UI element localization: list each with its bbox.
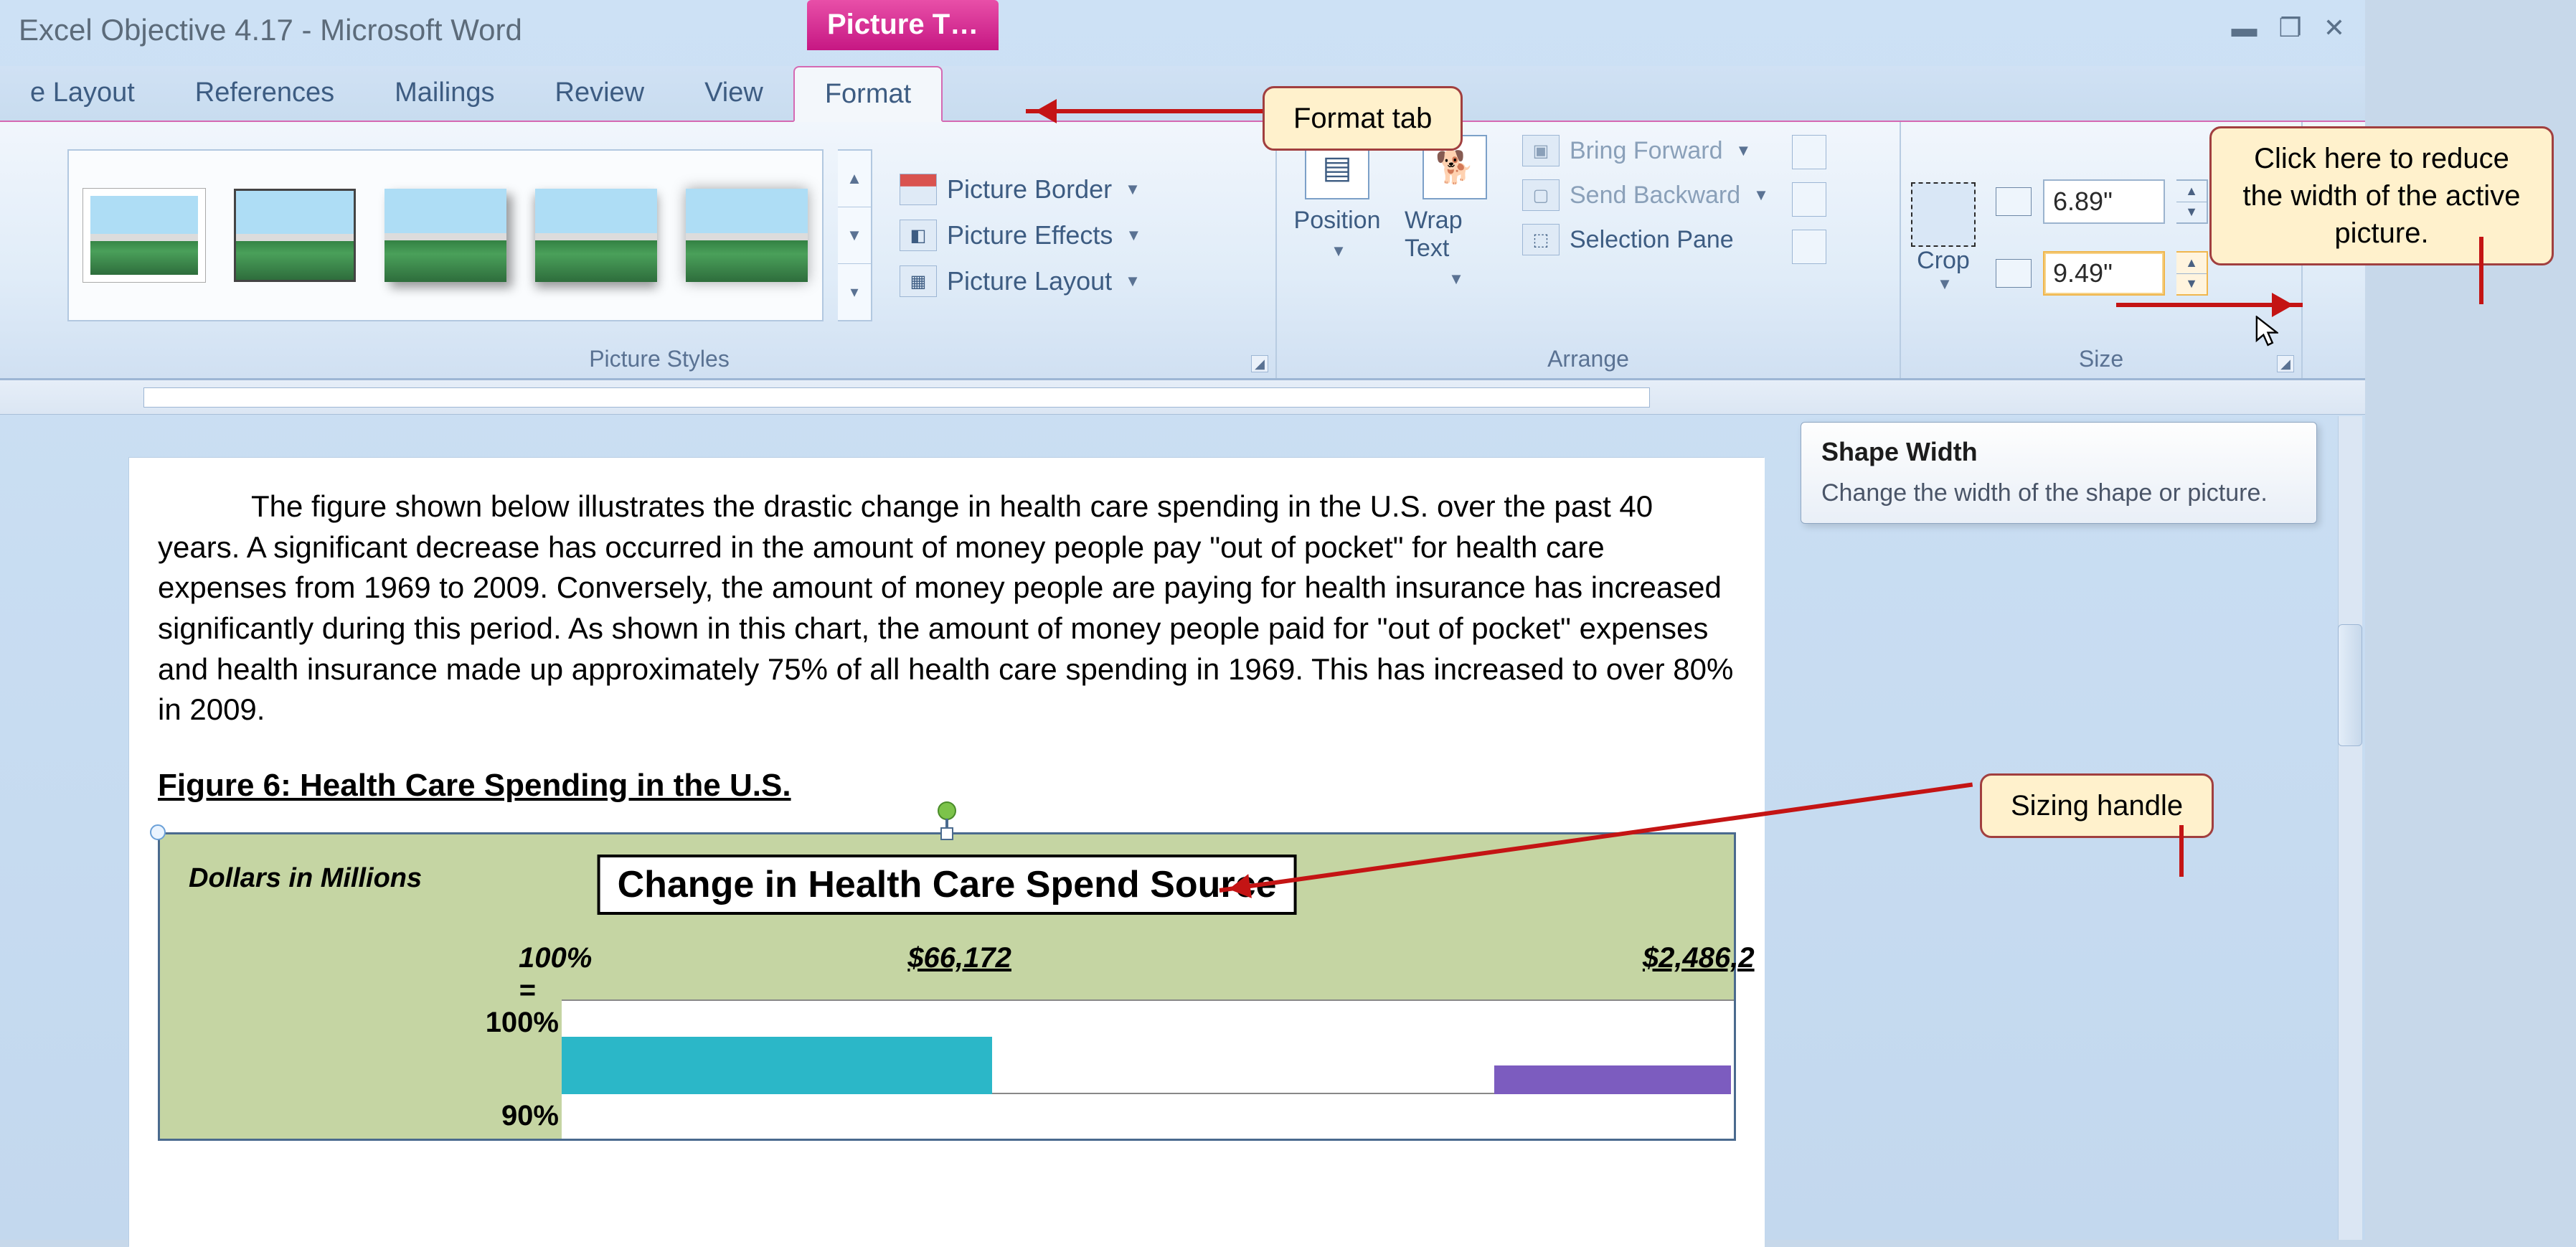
height-spinner[interactable]: ▲▼ (2176, 179, 2208, 224)
close-icon[interactable]: ✕ (2323, 13, 2345, 43)
crop-button[interactable]: Crop ▼ (1911, 182, 1976, 293)
height-icon (1996, 187, 2032, 216)
position-label: Position (1294, 207, 1381, 235)
gallery-up-icon[interactable]: ▲ (838, 151, 871, 207)
group-arrange: ▤ Position ▼ 🐕 Wrap Text ▼ ▣ Bring Forwa… (1277, 122, 1901, 378)
style-thumb-3[interactable] (384, 189, 506, 282)
tab-review[interactable]: Review (525, 65, 675, 121)
picture-effects-label: Picture Effects (947, 220, 1113, 250)
chart-title: Change in Health Care Spend Source (598, 855, 1297, 915)
style-thumb-5[interactable] (686, 189, 808, 282)
crop-icon (1911, 182, 1976, 247)
shape-width-control[interactable]: 9.49" ▲▼ (1996, 251, 2208, 296)
wrap-text-label: Wrap Text (1405, 207, 1505, 263)
callout-reduce-width: Click here to reduce the width of the ac… (2209, 126, 2554, 265)
arrow-elbow (2479, 237, 2483, 304)
selection-pane-icon: ⬚ (1522, 224, 1560, 255)
ribbon-tabs: e Layout References Mailings Review View… (0, 66, 2365, 122)
horizontal-ruler (0, 380, 2365, 415)
chart-bar-segment-white (992, 1037, 1494, 1094)
shape-height-input[interactable]: 6.89" (2043, 179, 2165, 224)
width-icon (1996, 259, 2032, 288)
restore-icon[interactable]: ❐ (2279, 13, 2302, 43)
chart-bar-segment-teal (562, 1037, 992, 1094)
crop-label: Crop (1917, 247, 1970, 275)
arrow-to-format-tab (1026, 109, 1263, 113)
vertical-scrollbar[interactable] (2338, 416, 2362, 1240)
chart-bar-segment-purple (1494, 1065, 1731, 1094)
tab-layout[interactable]: e Layout (0, 65, 165, 121)
group-label-picture-styles: Picture Styles (53, 342, 1265, 378)
tab-references[interactable]: References (165, 65, 364, 121)
gallery-down-icon[interactable]: ▼ (838, 207, 871, 264)
ytick-90: 90% (458, 1100, 559, 1132)
selection-pane-button[interactable]: ⬚ Selection Pane (1522, 224, 1769, 255)
ytick-100: 100% (458, 1007, 559, 1039)
gallery-scroll[interactable]: ▲ ▼ ▾ (838, 149, 872, 321)
send-backward-button[interactable]: ▢ Send Backward▼ (1522, 179, 1769, 211)
figure-caption: Figure 6: Health Care Spending in the U.… (158, 768, 1736, 804)
ribbon: ▲ ▼ ▾ Picture Border▼ ◧ Picture Effects▼… (0, 122, 2365, 380)
body-paragraph: The figure shown below illustrates the d… (158, 486, 1736, 730)
minimize-icon[interactable]: ▬ (2232, 13, 2257, 43)
width-spinner[interactable]: ▲▼ (2176, 251, 2208, 296)
group-button[interactable] (1792, 182, 1826, 217)
group-label-arrange: Arrange (1287, 342, 1889, 378)
total-2009: $2,486,2 (1643, 942, 1755, 1007)
hundred-percent-label: 100% = (519, 942, 592, 1007)
size-dialog-launcher[interactable]: ◢ (2277, 355, 2294, 372)
picture-border-button[interactable]: Picture Border▼ (900, 174, 1141, 205)
rotate-button[interactable] (1792, 230, 1826, 264)
position-button[interactable]: ▤ Position ▼ (1287, 135, 1387, 260)
shape-height-control[interactable]: 6.89" ▲▼ (1996, 179, 2208, 224)
picture-styles-dialog-launcher[interactable]: ◢ (1251, 355, 1268, 372)
send-backward-label: Send Backward (1570, 182, 1740, 210)
group-label-size: Size (1911, 342, 2291, 378)
title-bar: Excel Objective 4.17 - Microsoft Word Pi… (0, 0, 2365, 66)
bring-forward-label: Bring Forward (1570, 137, 1723, 165)
arrow-elbow-2 (2179, 825, 2184, 877)
tab-view[interactable]: View (674, 65, 793, 121)
wrap-text-button[interactable]: 🐕 Wrap Text ▼ (1405, 135, 1505, 288)
total-1969: $66,172 (907, 942, 1011, 1007)
shape-width-tooltip: Shape Width Change the width of the shap… (1801, 422, 2317, 524)
word-window: Excel Objective 4.17 - Microsoft Word Pi… (0, 0, 2365, 1240)
document-page: The figure shown below illustrates the d… (129, 458, 1765, 1247)
corner-handle[interactable] (150, 824, 166, 840)
callout-format-tab: Format tab (1263, 86, 1463, 151)
picture-effects-button[interactable]: ◧ Picture Effects▼ (900, 220, 1141, 251)
style-thumb-2[interactable] (234, 189, 356, 282)
selection-pane-label: Selection Pane (1570, 226, 1734, 254)
gallery-more-icon[interactable]: ▾ (838, 264, 871, 320)
group-picture-styles: ▲ ▼ ▾ Picture Border▼ ◧ Picture Effects▼… (43, 122, 1277, 378)
chart-y-axis-label: Dollars in Millions (189, 863, 422, 894)
send-backward-icon: ▢ (1522, 179, 1560, 211)
picture-layout-button[interactable]: ▦ Picture Layout▼ (900, 265, 1141, 297)
chart-totals-row: 100% = $66,172 $2,486,2 (519, 942, 1755, 1007)
tooltip-title: Shape Width (1821, 437, 2296, 467)
tooltip-body: Change the width of the shape or picture… (1821, 477, 2280, 509)
picture-tools-contextual-tab[interactable]: Picture T… (807, 0, 999, 50)
bring-forward-button[interactable]: ▣ Bring Forward▼ (1522, 135, 1769, 166)
picture-styles-gallery[interactable] (67, 149, 824, 321)
shape-width-input[interactable]: 9.49" (2043, 251, 2165, 296)
picture-border-label: Picture Border (947, 174, 1112, 204)
picture-layout-icon: ▦ (900, 265, 937, 297)
align-button[interactable] (1792, 135, 1826, 169)
tab-mailings[interactable]: Mailings (364, 65, 524, 121)
top-sizing-handle[interactable] (940, 827, 953, 840)
style-thumb-4[interactable] (535, 189, 657, 282)
arrow-to-width-spinner (2116, 303, 2303, 307)
inserted-picture[interactable]: Dollars in Millions Change in Health Car… (158, 832, 1736, 1141)
style-thumb-1[interactable] (83, 189, 205, 282)
vertical-scroll-thumb[interactable] (2338, 624, 2362, 746)
rotate-handle[interactable] (938, 801, 956, 820)
picture-border-icon (900, 174, 937, 205)
bring-forward-icon: ▣ (1522, 135, 1560, 166)
window-title: Excel Objective 4.17 - Microsoft Word (0, 0, 522, 47)
picture-layout-label: Picture Layout (947, 266, 1112, 296)
tab-format[interactable]: Format (793, 66, 943, 122)
chart-plot-area (562, 999, 1734, 1139)
picture-effects-icon: ◧ (900, 220, 937, 251)
